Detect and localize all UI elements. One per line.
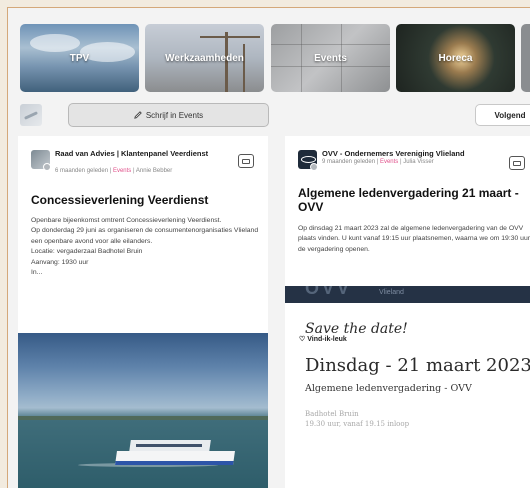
banner-date: Dinsdag - 21 maart 2023	[305, 355, 530, 376]
body-line: Op donderdag 29 juni as organiseren de c…	[31, 227, 259, 245]
post-category-link[interactable]: Events	[113, 168, 131, 174]
heart-icon: ♡	[299, 336, 306, 343]
envelope-icon	[513, 160, 521, 166]
ferry-windows	[136, 444, 202, 447]
category-label: Events	[314, 52, 347, 64]
post-author[interactable]: Raad van Advies | Klantenpanel Veerdiens…	[55, 149, 225, 159]
post-body: Openbare bijeenkomst omtrent Concessieve…	[31, 216, 259, 278]
post-time: 9 maanden geleden	[322, 159, 376, 165]
post-body: Op dinsdag 21 maart 2023 zal de algemene…	[298, 224, 530, 255]
message-button[interactable]	[509, 156, 525, 170]
category-tile-horeca[interactable]: Horeca	[396, 24, 515, 92]
calendar-line	[271, 44, 390, 45]
category-label: Werkzaamheden	[165, 52, 244, 64]
banner-time: 19.30 uur, vanaf 19.15 inloop	[305, 420, 410, 428]
post-header: Raad van Advies | Klantenpanel Veerdiens…	[31, 149, 259, 180]
post-time: 6 maanden geleden	[55, 168, 109, 174]
logo-mark	[24, 110, 38, 120]
banner-location: Badhotel Bruin 19.30 uur, vanaf 19.15 in…	[305, 409, 409, 429]
post-meta: 6 maanden geleden | Events | Annie Bebbe…	[55, 168, 172, 174]
like-button[interactable]: ♡ Vind-ik-leuk	[299, 335, 347, 343]
body-line: Op dinsdag 21 maart 2023 zal de algemene…	[298, 225, 530, 253]
category-tile-events[interactable]: Events	[271, 24, 390, 92]
post-card[interactable]: Raad van Advies | Klantenpanel Veerdiens…	[18, 136, 268, 488]
banner-subtitle: Algemene ledenvergadering - OVV	[305, 383, 472, 394]
post-card[interactable]: OVV - Ondernemers Vereniging Vlieland 9 …	[285, 136, 530, 488]
body-line: In...	[31, 269, 43, 277]
category-label: TPV	[69, 52, 90, 64]
calendar-line	[271, 66, 390, 67]
separator: |	[109, 168, 112, 174]
banner-brand: OVV	[305, 286, 353, 298]
write-post-label: Schrijf in Events	[145, 110, 204, 120]
community-logo[interactable]	[20, 104, 42, 126]
post-author[interactable]: OVV - Ondernemers Vereniging Vlieland	[322, 149, 522, 159]
post-title[interactable]: Concessieverlening Veerdienst	[31, 193, 259, 207]
message-button[interactable]	[238, 154, 254, 168]
pencil-icon	[134, 111, 142, 119]
post-image-ferry[interactable]	[18, 333, 268, 488]
shore-shape	[18, 416, 268, 420]
event-banner-image[interactable]: OVV Vlieland Save the date! Dinsdag - 21…	[285, 286, 530, 488]
cloud-shape	[30, 34, 80, 52]
post-user[interactable]: Julia Visser	[403, 159, 434, 165]
body-line: Locatie: vergaderzaal Badhotel Bruin	[31, 248, 143, 256]
separator: |	[376, 159, 379, 165]
write-post-button[interactable]: Schrijf in Events	[68, 103, 269, 127]
user-avatar-badge	[43, 163, 51, 171]
app-frame: TPV Werkzaamheden Events Horeca Schrijf …	[7, 7, 530, 488]
category-tile-more[interactable]	[521, 24, 530, 92]
post-meta: 9 maanden geleden | Events | Julia Visse…	[322, 159, 434, 165]
post-header: OVV - Ondernemers Vereniging Vlieland 9 …	[298, 149, 526, 180]
crane-shape	[243, 44, 245, 92]
category-label: Horeca	[438, 52, 473, 64]
like-label: Vind-ik-leuk	[307, 336, 347, 343]
envelope-icon	[242, 158, 250, 164]
calendar-line	[301, 24, 302, 92]
ferry-hull	[115, 451, 235, 465]
category-tile-werkzaamheden[interactable]: Werkzaamheden	[145, 24, 264, 92]
category-tile-tpv[interactable]: TPV	[20, 24, 139, 92]
banner-header: OVV Vlieland	[285, 286, 530, 303]
crane-shape	[200, 36, 260, 38]
post-category-link[interactable]: Events	[380, 159, 398, 165]
separator: |	[132, 168, 135, 174]
follow-button[interactable]: Volgend	[475, 104, 530, 126]
separator: |	[399, 159, 402, 165]
user-avatar-badge	[310, 163, 318, 171]
body-line: Openbare bijeenkomst omtrent Concessieve…	[31, 217, 222, 224]
follow-label: Volgend	[494, 110, 526, 120]
body-line: Aanvang: 1930 uur	[31, 258, 89, 266]
post-user[interactable]: Annie Bebber	[136, 168, 172, 174]
post-title[interactable]: Algemene ledenvergadering 21 maart - OVV	[298, 186, 530, 214]
banner-place: Vlieland	[379, 289, 404, 296]
banner-venue: Badhotel Bruin	[305, 410, 359, 418]
